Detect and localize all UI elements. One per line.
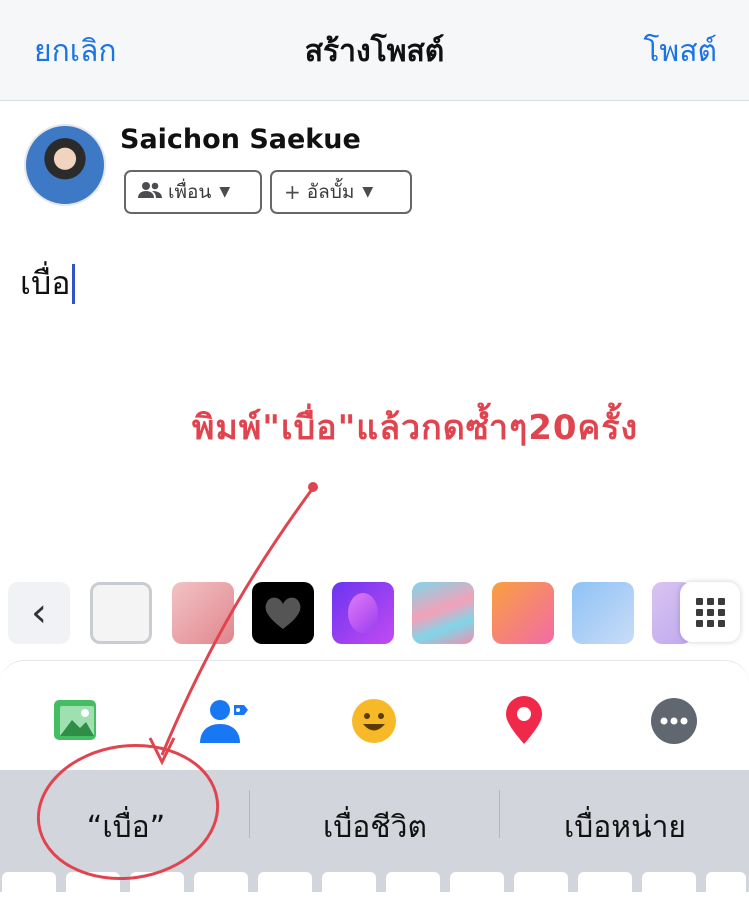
swatch-heart[interactable]	[252, 582, 314, 644]
post-button[interactable]: โพสต์	[643, 28, 717, 75]
balloon-icon	[348, 593, 378, 633]
keyboard-key[interactable]	[322, 872, 376, 902]
chevron-left-icon[interactable]: ‹	[8, 582, 70, 644]
feeling-icon[interactable]	[348, 695, 400, 747]
user-name: Saichon Saekue	[120, 124, 361, 155]
swatch-plain[interactable]	[90, 582, 152, 644]
text-cursor	[72, 263, 76, 304]
background-picker: ‹	[0, 574, 749, 654]
keyboard-key[interactable]	[2, 872, 56, 902]
keyboard-key[interactable]	[642, 872, 696, 902]
keyboard-key[interactable]	[386, 872, 440, 902]
tag-people-icon[interactable]	[198, 695, 250, 747]
more-icon[interactable]	[648, 695, 700, 747]
page-title: สร้างโพสต์	[304, 34, 445, 69]
keyboard-key[interactable]	[706, 872, 746, 902]
grid-icon[interactable]	[680, 582, 740, 642]
location-icon[interactable]	[498, 695, 550, 747]
keyboard-suggestion-bar: “เบื่อ” เบื่อชีวิต เบื่อหน่าย	[0, 770, 749, 902]
post-text: เบื่อ	[20, 264, 71, 302]
swatch-wave[interactable]	[412, 582, 474, 644]
swatch-pink-gradient[interactable]	[172, 582, 234, 644]
photo-icon[interactable]	[50, 695, 102, 747]
suggestion-divider	[249, 790, 250, 838]
suggestion-item[interactable]: เบื่อชีวิต	[280, 804, 470, 851]
caret-down-icon: ▼	[362, 184, 374, 200]
composer-header: ยกเลิก สร้างโพสต์ โพสต์	[0, 0, 749, 101]
keyboard-key[interactable]	[194, 872, 248, 902]
swatch-orange-pink[interactable]	[492, 582, 554, 644]
caret-down-icon: ▼	[219, 184, 231, 200]
suggestion-item[interactable]: เบื่อหน่าย	[530, 804, 720, 851]
swatch-purple-balloon[interactable]	[332, 582, 394, 644]
keyboard-key[interactable]	[578, 872, 632, 902]
heart-icon	[265, 597, 301, 629]
composer-toolbar	[0, 660, 749, 771]
friends-icon	[138, 180, 162, 204]
keyboard-key[interactable]	[450, 872, 504, 902]
plus-icon: +	[284, 180, 301, 204]
album-label: อัลบั้ม	[306, 181, 355, 203]
annotation-text: พิมพ์"เบื่อ"แล้วกดซ้ำๆ20ครั้ง	[192, 408, 639, 448]
suggestion-divider	[499, 790, 500, 838]
swatch-blue[interactable]	[572, 582, 634, 644]
keyboard-key[interactable]	[66, 872, 120, 902]
post-text-input[interactable]: เบื่อ	[20, 258, 76, 309]
album-selector[interactable]: + อัลบั้ม ▼	[270, 170, 412, 214]
avatar	[24, 124, 106, 206]
audience-selector[interactable]: เพื่อน ▼	[124, 170, 262, 214]
keyboard-key[interactable]	[130, 872, 184, 902]
keyboard-key[interactable]	[514, 872, 568, 902]
suggestion-item[interactable]: “เบื่อ”	[40, 804, 212, 851]
audience-label: เพื่อน	[168, 181, 212, 203]
keyboard-key[interactable]	[258, 872, 312, 902]
